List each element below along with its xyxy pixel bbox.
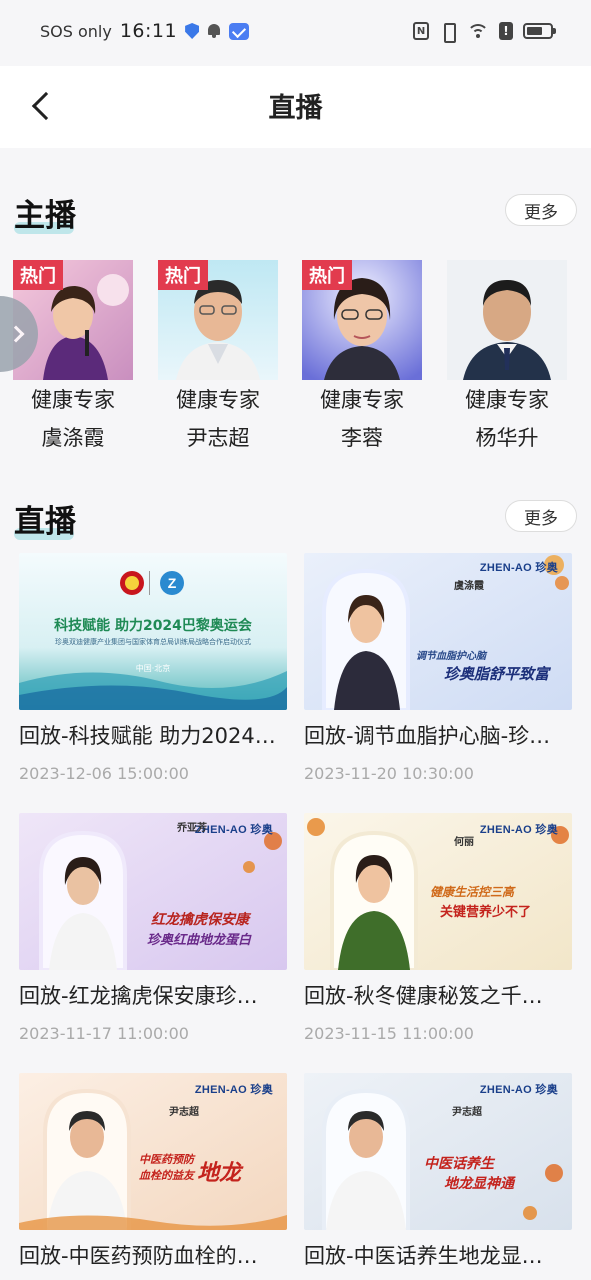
anchor-role: 健康专家: [31, 388, 115, 412]
anchor-list: 热门 健康专家 虞涤霞 热门 健康专家 尹志超 热门 健康专家 李蓉 健康专家 …: [0, 260, 591, 450]
anchors-section-title: 主播: [14, 198, 76, 234]
anchor-avatar: [447, 260, 567, 380]
thumb-line2: 珍奥脂舒平致富: [444, 665, 550, 683]
thumb-person: 何丽: [454, 837, 474, 848]
anchor-card[interactable]: 热门 健康专家 虞涤霞: [13, 260, 133, 452]
live-card[interactable]: ZHEN-AO 珍奥 虞涤霞 调节血脂护心脑 珍奥脂舒平致富 回放-调节血脂护心…: [304, 553, 572, 783]
brand-logo: ZHEN-AO 珍奥: [479, 562, 558, 574]
thumb-line2: 血栓的益友: [139, 1169, 194, 1182]
live-card-time: 2023-11-20 10:30:00: [304, 764, 474, 783]
live-card-time: 2023-11-15 11:00:00: [304, 1024, 474, 1043]
status-bar: SOS only 16:11 N !: [0, 0, 591, 66]
live-section-title: 直播: [14, 504, 76, 540]
alert-icon: !: [499, 22, 513, 40]
mail-icon: [229, 22, 250, 40]
anchor-role: 健康专家: [465, 388, 549, 412]
thumb-line3: 地龙: [197, 1161, 242, 1186]
brand-logo: ZHEN-AO 珍奥: [479, 1084, 558, 1096]
thumb-person: 尹志超: [452, 1107, 482, 1118]
hot-badge: 热门: [158, 260, 208, 290]
live-card-title: 回放-秋冬健康秘笈之千…: [304, 984, 543, 1008]
anchor-name: 虞涤霞: [41, 426, 105, 450]
anchor-card[interactable]: 热门 健康专家 李蓉: [302, 260, 422, 452]
anchor-card[interactable]: 健康专家 杨华升: [447, 260, 567, 452]
thumb-headline: 科技赋能 助力2024巴黎奥运会: [54, 618, 252, 634]
thumb-line1: 健康生活控三高: [430, 885, 515, 899]
live-more-button[interactable]: 更多: [505, 500, 577, 532]
anchor-role: 健康专家: [320, 388, 404, 412]
chevron-right-icon: [7, 325, 25, 343]
live-thumbnail: ZHEN-AO 珍奥 虞涤霞 调节血脂护心脑 珍奥脂舒平致富: [304, 553, 572, 710]
live-card[interactable]: ZHEN-AO 珍奥 何丽 健康生活控三高 关键营养少不了 回放-秋冬健康秘笈之…: [304, 813, 572, 1043]
wifi-icon: [467, 22, 489, 40]
live-thumbnail: ZHEN-AO 珍奥 尹志超 中医话养生 地龙显神通: [304, 1073, 572, 1230]
clock: 16:11: [119, 20, 178, 42]
thumb-person: 乔亚芳: [177, 823, 207, 834]
thumb-line2: 珍奥红曲地龙蛋白: [147, 933, 252, 948]
live-card[interactable]: ZHEN-AO 珍奥 乔亚芳 红龙擒虎保安康 珍奥红曲地龙蛋白 回放-红龙擒虎保…: [19, 813, 287, 1043]
anchor-role: 健康专家: [176, 388, 260, 412]
anchors-section-header: 主播 更多: [0, 190, 591, 240]
hot-badge: 热门: [302, 260, 352, 290]
thumb-place: 中国·北京: [135, 664, 171, 673]
vibrate-icon: [439, 22, 457, 43]
thumb-line1: 中医话养生: [424, 1156, 494, 1172]
shield-icon: [185, 23, 200, 39]
anchor-name: 尹志超: [186, 426, 250, 450]
live-card-time: 2023-11-17 11:00:00: [19, 1024, 189, 1043]
live-card-title: 回放-科技赋能 助力2024…: [19, 724, 276, 748]
live-thumbnail: Z 科技赋能 助力2024巴黎奥运会 珍奥双迪健康产业集团与国家体育总局训练局战…: [19, 553, 287, 710]
live-card-time: 2023-12-06 15:00:00: [19, 764, 189, 783]
page-title: 直播: [268, 93, 323, 124]
thumb-line1: 红龙擒虎保安康: [151, 912, 249, 928]
live-thumbnail: ZHEN-AO 珍奥 乔亚芳 红龙擒虎保安康 珍奥红曲地龙蛋白: [19, 813, 287, 970]
brand-logo: ZHEN-AO 珍奥: [194, 1084, 273, 1096]
anchor-avatar: 热门: [302, 260, 422, 380]
thumb-person: 虞涤霞: [454, 581, 484, 592]
live-card[interactable]: ZHEN-AO 珍奥 尹志超 中医药预防 血栓的益友 地龙 回放-中医药预防血栓…: [19, 1073, 287, 1280]
live-card[interactable]: ZHEN-AO 珍奥 尹志超 中医话养生 地龙显神通 回放-中医话养生地龙显…: [304, 1073, 572, 1280]
live-thumbnail: ZHEN-AO 珍奥 何丽 健康生活控三高 关键营养少不了: [304, 813, 572, 970]
live-card[interactable]: Z 科技赋能 助力2024巴黎奥运会 珍奥双迪健康产业集团与国家体育总局训练局战…: [19, 553, 287, 783]
live-card-title: 回放-红龙擒虎保安康珍…: [19, 984, 258, 1008]
live-thumbnail: ZHEN-AO 珍奥 尹志超 中医药预防 血栓的益友 地龙: [19, 1073, 287, 1230]
anchor-card[interactable]: 热门 健康专家 尹志超: [158, 260, 278, 452]
brand-logo: ZHEN-AO 珍奥: [479, 824, 558, 836]
battery-icon: [523, 23, 556, 39]
thumb-line1: 中医药预防: [139, 1153, 194, 1166]
hot-badge: 热门: [13, 260, 63, 290]
live-card-title: 回放-调节血脂护心脑-珍…: [304, 724, 551, 748]
live-card-title: 回放-中医话养生地龙显…: [304, 1244, 543, 1268]
live-card-title: 回放-中医药预防血栓的…: [19, 1244, 258, 1268]
thumb-line1: 调节血脂护心脑: [416, 651, 486, 662]
thumb-line2: 地龙显神通: [444, 1176, 514, 1192]
live-section-header: 直播 更多: [0, 496, 591, 546]
app-header: 直播: [0, 66, 591, 148]
bell-icon: [207, 23, 221, 39]
anchor-name: 杨华升: [475, 426, 539, 450]
thumb-subline: 珍奥双迪健康产业集团与国家体育总局训练局战略合作启动仪式: [55, 638, 251, 646]
thumb-line2: 关键营养少不了: [440, 905, 532, 920]
nfc-icon: N: [413, 22, 429, 40]
svg-text:Z: Z: [168, 575, 177, 591]
thumb-person: 尹志超: [169, 1107, 199, 1118]
carrier-text: SOS only: [40, 21, 112, 41]
anchor-name: 李蓉: [341, 426, 383, 450]
anchors-more-button[interactable]: 更多: [505, 194, 577, 226]
anchor-avatar: 热门: [158, 260, 278, 380]
